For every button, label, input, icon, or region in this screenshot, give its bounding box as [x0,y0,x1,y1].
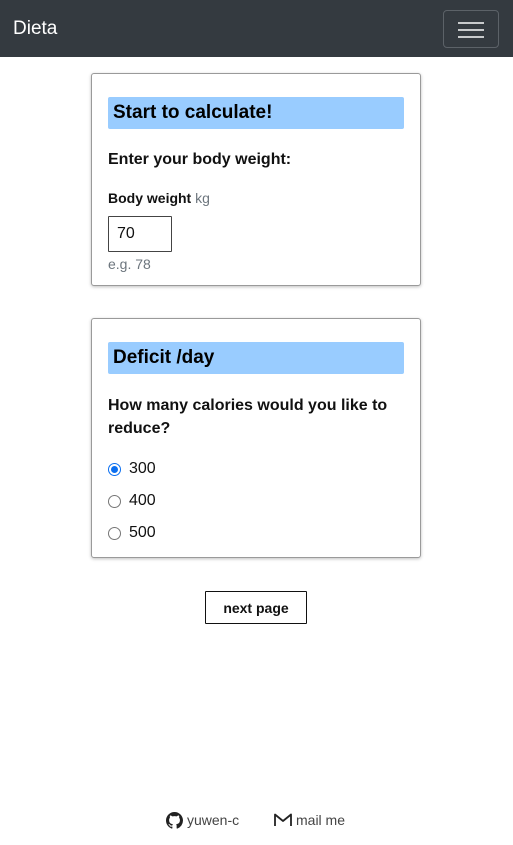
radio-button[interactable] [108,526,121,540]
weight-hint: e.g. 78 [108,256,151,272]
weight-question: Enter your body weight: [108,151,292,168]
deficit-question-line-1: How many calories would you like to [108,397,388,414]
deficit-option-label: 500 [129,524,156,541]
mail-icon [274,813,292,826]
weight-card-title: Start to calculate! [108,97,404,129]
navbar-toggler-button[interactable] [443,10,499,48]
deficit-card: Deficit /day How many calories would you… [91,318,421,558]
footer: yuwen-c mail me [0,808,513,832]
deficit-option-300[interactable]: 300 [108,457,156,481]
brand-logo-text[interactable]: Dieta [13,17,57,41]
deficit-question-line-2: reduce? [108,420,171,437]
next-page-button[interactable]: next page [205,591,307,624]
weight-card: Start to calculate! Enter your body weig… [91,73,421,286]
mail-link[interactable]: mail me [274,808,345,832]
radio-button-checked[interactable] [108,462,121,476]
deficit-card-title: Deficit /day [108,342,404,374]
github-link[interactable]: yuwen-c [166,808,239,832]
deficit-option-500[interactable]: 500 [108,521,156,545]
radio-button[interactable] [108,494,121,508]
github-icon [166,811,183,829]
body-weight-input[interactable] [108,216,172,252]
weight-unit-text: kg [195,190,210,206]
weight-label-text: Body weight [108,190,192,206]
github-label: yuwen-c [187,812,240,828]
deficit-option-400[interactable]: 400 [108,489,156,513]
deficit-option-label: 400 [129,492,156,509]
mail-label: mail me [296,812,346,828]
weight-field-label: Body weight kg [108,189,210,207]
navbar: Dieta [0,0,513,57]
deficit-option-label: 300 [129,460,156,477]
